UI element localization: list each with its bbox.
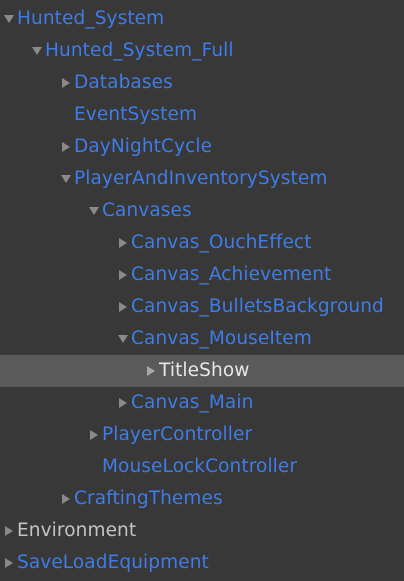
- tree-row-hunted-system[interactable]: Hunted_System: [0, 3, 404, 35]
- tree-row-label: Canvas_Main: [131, 392, 254, 413]
- tree-row-eventsystem[interactable]: EventSystem: [0, 99, 404, 131]
- tree-row-canvas-main[interactable]: Canvas_Main: [0, 387, 404, 419]
- triangle-down-icon[interactable]: [31, 35, 45, 67]
- tree-row-label: Canvas_OuchEffect: [131, 232, 312, 253]
- tree-row-label: PlayerController: [102, 424, 253, 445]
- triangle-right-icon[interactable]: [60, 483, 74, 515]
- tree-row-label: Canvas_BulletsBackground: [131, 296, 384, 317]
- hierarchy-panel: Hunted_System Hunted_System_Full Databas…: [0, 0, 404, 581]
- tree-row-label: PlayerAndInventorySystem: [74, 168, 328, 189]
- tree-row-craftingthemes[interactable]: CraftingThemes: [0, 483, 404, 515]
- triangle-right-icon[interactable]: [117, 259, 131, 291]
- tree-row-daynightcycle[interactable]: DayNightCycle: [0, 131, 404, 163]
- triangle-right-icon[interactable]: [88, 419, 102, 451]
- hierarchy-tree: Hunted_System Hunted_System_Full Databas…: [0, 3, 404, 579]
- triangle-right-icon[interactable]: [117, 227, 131, 259]
- tree-row-hunted-system-full[interactable]: Hunted_System_Full: [0, 35, 404, 67]
- tree-row-playercontroller[interactable]: PlayerController: [0, 419, 404, 451]
- tree-row-mouselockcontroller[interactable]: MouseLockController: [0, 451, 404, 483]
- triangle-right-icon[interactable]: [3, 547, 17, 579]
- triangle-right-icon[interactable]: [117, 291, 131, 323]
- triangle-right-icon[interactable]: [145, 355, 159, 387]
- triangle-down-icon[interactable]: [60, 163, 74, 195]
- tree-row-databases[interactable]: Databases: [0, 67, 404, 99]
- tree-row-canvases[interactable]: Canvases: [0, 195, 404, 227]
- tree-row-label: Canvas_Achievement: [131, 264, 332, 285]
- triangle-right-icon[interactable]: [117, 387, 131, 419]
- tree-row-label: EventSystem: [74, 104, 198, 125]
- tree-row-environment[interactable]: Environment: [0, 515, 404, 547]
- tree-row-playerandinventorysystem[interactable]: PlayerAndInventorySystem: [0, 163, 404, 195]
- tree-row-label: Canvases: [102, 200, 192, 221]
- tree-row-saveloadequipment[interactable]: SaveLoadEquipment: [0, 547, 404, 579]
- tree-row-titleshow[interactable]: TitleShow: [0, 355, 404, 387]
- triangle-right-icon[interactable]: [3, 515, 17, 547]
- triangle-right-icon[interactable]: [60, 67, 74, 99]
- triangle-down-icon[interactable]: [3, 3, 17, 35]
- tree-row-canvas-oucheffect[interactable]: Canvas_OuchEffect: [0, 227, 404, 259]
- tree-row-canvas-achievement[interactable]: Canvas_Achievement: [0, 259, 404, 291]
- tree-row-label: MouseLockController: [102, 456, 298, 477]
- triangle-right-icon[interactable]: [60, 131, 74, 163]
- tree-row-label: Environment: [17, 520, 137, 541]
- triangle-down-icon[interactable]: [88, 195, 102, 227]
- tree-row-canvas-mouseitem[interactable]: Canvas_MouseItem: [0, 323, 404, 355]
- triangle-down-icon[interactable]: [117, 323, 131, 355]
- tree-row-label: CraftingThemes: [74, 488, 223, 509]
- tree-row-label: Databases: [74, 72, 173, 93]
- tree-row-label: Hunted_System_Full: [45, 40, 234, 61]
- tree-row-label: DayNightCycle: [74, 136, 213, 157]
- tree-row-label: Canvas_MouseItem: [131, 328, 312, 349]
- tree-row-label: Hunted_System: [17, 8, 165, 29]
- tree-row-canvas-bulletsbackground[interactable]: Canvas_BulletsBackground: [0, 291, 404, 323]
- tree-row-label: SaveLoadEquipment: [17, 552, 209, 573]
- tree-row-label: TitleShow: [159, 360, 250, 381]
